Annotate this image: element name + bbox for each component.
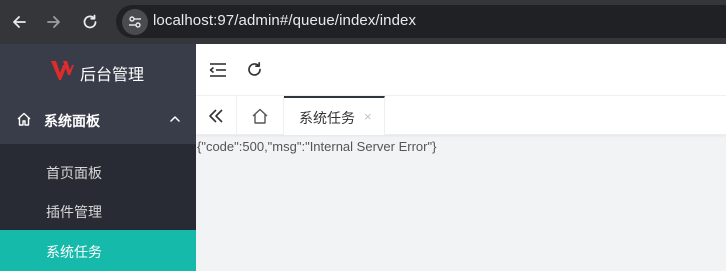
indent-icon[interactable] (209, 62, 227, 78)
tab-home[interactable] (237, 96, 284, 135)
browser-toolbar: localhost:97/admin#/queue/index/index (0, 0, 726, 44)
logo-area[interactable]: 后台管理 (0, 44, 196, 96)
site-info-icon[interactable] (122, 9, 148, 35)
sidebar-item-home-panel[interactable]: 首页面板 (0, 152, 196, 190)
logo-icon (51, 61, 74, 80)
sidebar-item-plugin-manage[interactable]: 插件管理 (0, 191, 196, 229)
sidebar-item-label: 首页面板 (46, 166, 102, 182)
menu-parent-label: 系统面板 (44, 114, 100, 130)
reload-icon[interactable] (79, 11, 101, 33)
menu-system-panel[interactable]: 系统面板 (0, 96, 196, 144)
top-header (196, 44, 726, 96)
sidebar-item-label: 插件管理 (46, 205, 102, 221)
double-left-icon (209, 108, 223, 123)
logo-text: 后台管理 (80, 65, 145, 84)
sidebar-item-label: 系统任务 (46, 245, 102, 261)
arrow-left-icon[interactable] (8, 11, 30, 33)
refresh-icon[interactable] (246, 61, 263, 78)
url-text[interactable]: localhost:97/admin#/queue/index/index (153, 12, 416, 29)
sidebar-item-system-tasks[interactable]: 系统任务 (0, 230, 196, 271)
sidebar: 后台管理 系统面板 首页面板 插件管理 系统任务 (0, 44, 196, 271)
submenu: 首页面板 插件管理 系统任务 (0, 144, 196, 271)
tabs-bar: 系统任务 × (196, 96, 726, 135)
tab-system-tasks[interactable]: 系统任务 × (284, 96, 385, 135)
home-icon (17, 112, 31, 126)
close-icon[interactable]: × (364, 109, 372, 124)
arrow-right-icon[interactable] (43, 11, 65, 33)
chevron-up-icon (170, 116, 180, 122)
home-icon (252, 108, 268, 124)
tabs-prev-button[interactable] (196, 96, 237, 135)
response-text: {"code":500,"msg":"Internal Server Error… (197, 139, 437, 154)
tab-label: 系统任务 (299, 111, 355, 127)
